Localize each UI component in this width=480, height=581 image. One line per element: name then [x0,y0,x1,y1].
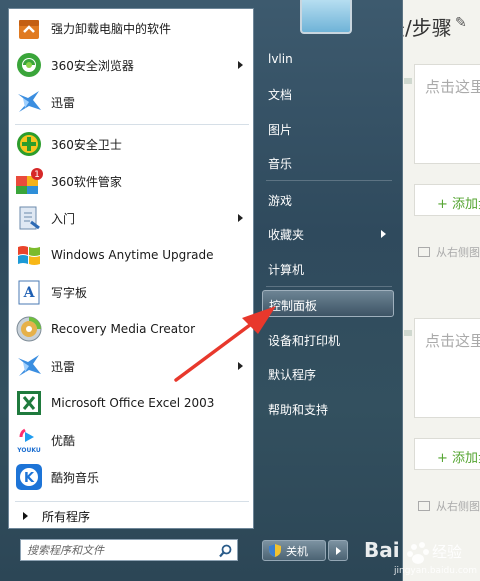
step-text-box-2[interactable]: 点击这里 [414,318,480,418]
all-programs-label: 所有程序 [42,509,91,524]
shutdown-button[interactable]: 关机 [262,540,326,561]
link-games[interactable]: 游戏 [262,186,394,213]
chevron-right-icon [336,547,341,555]
link-documents[interactable]: 文档 [262,80,394,107]
submenu-arrow-icon[interactable] [238,214,243,222]
search-box[interactable] [20,539,238,561]
excel-icon [15,389,43,417]
program-item-getting-started[interactable]: 入门 [13,201,251,235]
watermark-url: jingyan.baidu.com [393,566,477,576]
kugou-logo-text: K [24,471,35,486]
getting-started-icon [15,204,43,232]
menu-divider [15,124,249,125]
program-item-thunder[interactable]: 迅雷 [13,85,251,119]
program-label: 写字板 [51,285,88,300]
menu-divider [266,286,392,287]
insert-picture-hint-1[interactable]: 从右侧图 [418,244,480,260]
program-label: Microsoft Office Excel 2003 [51,396,215,410]
link-control-panel[interactable]: 控制面板 [262,290,394,317]
program-label: 360安全浏览器 [51,58,134,73]
search-input[interactable] [27,541,217,559]
svg-text:A: A [23,285,36,301]
program-item-youku[interactable]: YOUKU 优酷 [13,423,251,457]
link-user-folder[interactable]: lvlin [262,46,394,73]
link-computer[interactable]: 计算机 [262,255,394,282]
program-item-360-browser[interactable]: 360安全浏览器 [13,48,251,82]
program-label: Windows Anytime Upgrade [51,248,214,262]
windows-flag-icon [15,241,43,269]
expand-arrow-icon [23,512,28,520]
link-favorites[interactable]: 收藏夹 [262,220,394,247]
step-text-box-1[interactable]: 点击这里 [414,64,480,164]
pencil-icon[interactable]: ✎ [455,15,467,31]
insert-picture-hint-2[interactable]: 从右侧图 [418,498,480,514]
wordpad-icon: A [15,278,43,306]
link-devices-and-printers[interactable]: 设备和打印机 [262,326,394,353]
baidu-watermark: Bai 经验 jingyan.baidu.com [362,535,478,577]
picture-icon [418,501,430,511]
programs-panel: 强力卸载电脑中的软件 360安全浏览器 迅雷 360安全卫士 1 360软件管家… [8,8,254,529]
system-links-column: lvlin 文档 图片 音乐 游戏 收藏夹 计算机 控制面板 设备和打印机 默认… [262,0,400,581]
shield-icon [269,544,281,557]
program-label: 迅雷 [51,359,76,374]
step-marker-2 [404,330,412,336]
youku-logo-text: YOUKU [16,447,41,454]
add-step-button-1[interactable]: + 添加步 [414,184,480,216]
search-icon[interactable] [219,543,232,558]
menu-divider [15,501,249,502]
program-label: 强力卸载电脑中的软件 [51,21,172,36]
program-item-kugou[interactable]: K 酷狗音乐 [13,460,251,494]
submenu-arrow-icon[interactable] [238,61,243,69]
menu-divider [266,180,392,181]
link-favorites-label: 收藏夹 [268,228,305,242]
program-item-excel-2003[interactable]: Microsoft Office Excel 2003 [13,386,251,420]
360-browser-icon [15,51,43,79]
uninstaller-icon [15,14,43,42]
annotation-arrow [174,306,276,382]
watermark-brand: Bai [364,538,400,562]
submenu-arrow-icon[interactable] [381,230,386,238]
360-software-manager-icon: 1 [15,167,43,195]
step-placeholder-1: 点击这里 [425,78,480,96]
program-item-360-safe[interactable]: 360安全卫士 [13,127,251,161]
add-step-button-2[interactable]: + 添加步 [414,438,480,470]
link-pictures[interactable]: 图片 [262,115,394,142]
program-item-windows-anytime-upgrade[interactable]: Windows Anytime Upgrade [13,238,251,272]
program-item-360-software-manager[interactable]: 1 360软件管家 [13,164,251,198]
shutdown-options-button[interactable] [328,540,348,561]
recovery-disc-icon [15,315,43,343]
youku-icon: YOUKU [15,426,43,454]
program-label: 迅雷 [51,95,76,110]
link-help-and-support[interactable]: 帮助和支持 [262,395,394,422]
program-item-uninstaller[interactable]: 强力卸载电脑中的软件 [13,11,251,45]
all-programs-button[interactable]: 所有程序 [17,505,249,527]
thunder-icon [15,88,43,116]
start-menu: 强力卸载电脑中的软件 360安全浏览器 迅雷 360安全卫士 1 360软件管家… [0,0,403,581]
thunder-icon [15,352,43,380]
step-placeholder-2: 点击这里 [425,332,480,350]
kugou-icon: K [15,463,43,491]
program-label: 360软件管家 [51,174,122,189]
program-label: 360安全卫士 [51,137,122,152]
program-label: 酷狗音乐 [51,470,100,485]
360-safe-icon [15,130,43,158]
picture-hint-label-2: 从右侧图 [436,500,480,513]
link-default-programs[interactable]: 默认程序 [262,360,394,387]
program-label: 入门 [51,211,76,226]
picture-hint-label-1: 从右侧图 [436,246,480,259]
link-music[interactable]: 音乐 [262,149,394,176]
program-label: 优酷 [51,433,76,448]
watermark-suffix: 经验 [432,543,462,561]
notification-badge: 1 [34,170,40,180]
picture-icon [418,247,430,257]
step-marker-1 [404,78,412,84]
shutdown-label: 关机 [286,544,308,558]
